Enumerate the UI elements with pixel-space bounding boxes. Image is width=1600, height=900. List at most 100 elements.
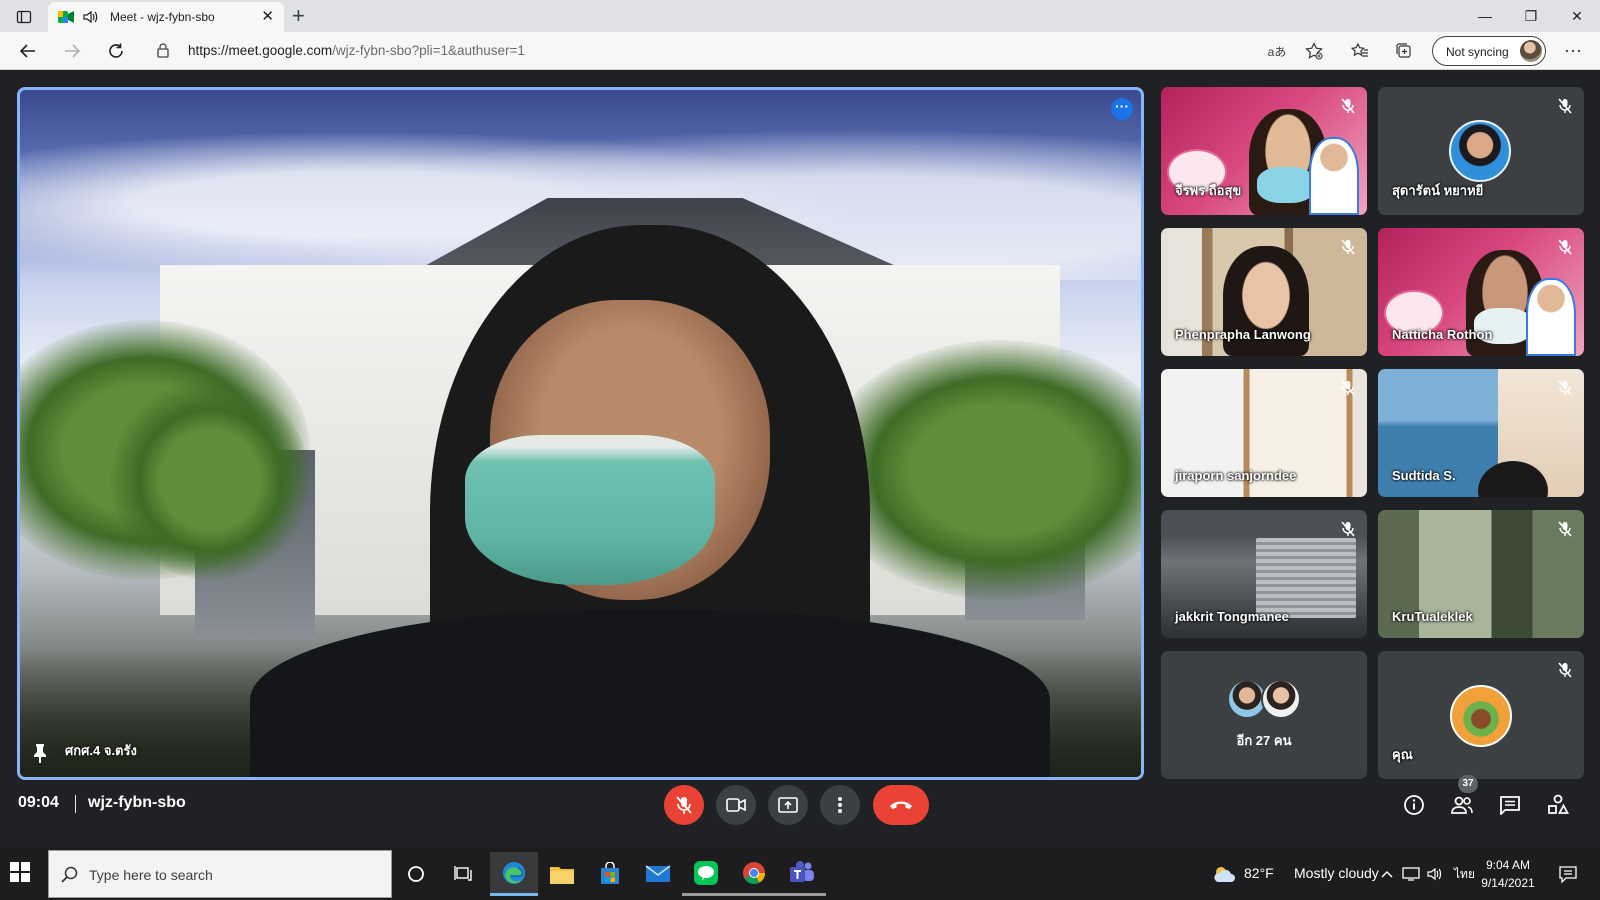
- chrome-icon[interactable]: [730, 852, 778, 896]
- system-clock[interactable]: 9:04 AM 9/14/2021: [1468, 856, 1548, 892]
- back-arrow-icon[interactable]: [14, 38, 42, 64]
- banner-portrait: [1526, 278, 1576, 356]
- participant-name: จีรพร ถือสุข: [1175, 183, 1242, 198]
- participant-tile[interactable]: Sudtida S.: [1378, 369, 1584, 497]
- mic-off-icon: [1339, 97, 1357, 115]
- cortana-icon[interactable]: [392, 852, 440, 896]
- hang-up-icon: [890, 801, 912, 809]
- minimize-button[interactable]: —: [1468, 5, 1502, 27]
- line-app-icon[interactable]: [682, 852, 730, 896]
- browser-toolbar: https://meet.google.com/wjz-fybn-sbo?pli…: [0, 32, 1600, 70]
- participant-name: Phenprapha Lanwong: [1175, 327, 1311, 342]
- system-date: 9/14/2021: [1481, 876, 1535, 890]
- tab-actions-icon[interactable]: [10, 6, 38, 28]
- participant-tile[interactable]: KruTualeklek: [1378, 510, 1584, 638]
- meeting-code[interactable]: wjz-fybn-sbo: [88, 794, 186, 812]
- participant-tile[interactable]: จีรพร ถือสุข: [1161, 87, 1367, 215]
- weather-cloud-icon[interactable]: [1212, 865, 1236, 883]
- sync-status-label: Not syncing: [1446, 45, 1509, 59]
- participant-name: สุดารัตน์ หยาหยี: [1392, 183, 1484, 198]
- chat-button[interactable]: [1495, 790, 1525, 820]
- participant-tile[interactable]: สุดารัตน์ หยาหยี: [1378, 87, 1584, 215]
- participant-tile[interactable]: Phenprapha Lanwong: [1161, 228, 1367, 356]
- restore-button[interactable]: ❐: [1514, 5, 1548, 27]
- windows-start-icon[interactable]: [10, 862, 34, 886]
- mic-off-icon: [1556, 238, 1574, 256]
- weather-condition: Mostly cloudy: [1294, 865, 1379, 881]
- self-name: คุณ: [1392, 747, 1413, 762]
- leave-call-button[interactable]: [873, 785, 929, 825]
- main-video-tile[interactable]: ศกศ.4 จ.ตรัง ···: [17, 87, 1144, 780]
- present-screen-icon: [778, 797, 798, 813]
- browser-tab-strip: Meet - wjz-fybn-sbo ✕ + — ❐ ✕: [0, 0, 1600, 32]
- favorites-icon[interactable]: [1349, 41, 1371, 61]
- people-icon: [1451, 796, 1473, 814]
- video-background-blinds: [1256, 538, 1356, 618]
- meeting-clock: 09:04: [18, 794, 59, 811]
- more-participants-label: อีก 27 คน: [1236, 733, 1292, 748]
- mail-icon[interactable]: [634, 852, 682, 896]
- more-menu-icon[interactable]: ⋯: [1562, 41, 1584, 61]
- participant-tile[interactable]: jakkrit Tongmanee: [1161, 510, 1367, 638]
- present-screen-button[interactable]: [768, 785, 808, 825]
- new-tab-button[interactable]: +: [292, 4, 305, 28]
- more-participants-tile[interactable]: อีก 27 คน: [1161, 651, 1367, 779]
- add-favorite-icon[interactable]: [1303, 41, 1325, 61]
- volume-icon[interactable]: [1426, 865, 1444, 883]
- participant-tile[interactable]: jiraporn sanjorndee: [1161, 369, 1367, 497]
- profile-avatar: [1520, 40, 1542, 62]
- people-button[interactable]: [1447, 790, 1477, 820]
- main-participant-name: ศกศ.4 จ.ตรัง: [65, 743, 137, 758]
- video-background-palm: [110, 380, 310, 580]
- microsoft-store-icon[interactable]: [586, 852, 634, 896]
- activities-button[interactable]: [1543, 790, 1573, 820]
- speaker-icon[interactable]: [82, 8, 100, 26]
- url-text[interactable]: https://meet.google.com/wjz-fybn-sbo?pli…: [188, 43, 525, 58]
- tab-title: Meet - wjz-fybn-sbo: [110, 10, 215, 24]
- pin-icon[interactable]: [32, 743, 48, 763]
- edge-browser-icon[interactable]: [490, 852, 538, 896]
- meeting-details-button[interactable]: [1399, 790, 1429, 820]
- forward-arrow-icon[interactable]: [58, 38, 86, 64]
- participant-name: jakkrit Tongmanee: [1175, 609, 1289, 624]
- task-view-icon[interactable]: [440, 852, 488, 896]
- read-aloud-icon[interactable]: aあ: [1266, 41, 1288, 61]
- chevron-up-icon[interactable]: [1378, 865, 1396, 883]
- participant-name: Natticha Rothon: [1392, 327, 1493, 342]
- participant-face-mask: [1257, 167, 1315, 203]
- profile-sync-button[interactable]: Not syncing: [1432, 36, 1546, 66]
- teams-icon[interactable]: [778, 852, 826, 896]
- mic-off-icon: [1339, 238, 1357, 256]
- mic-off-icon: [1556, 520, 1574, 538]
- close-window-button[interactable]: ✕: [1560, 5, 1594, 27]
- chat-icon: [1500, 796, 1520, 815]
- more-options-button[interactable]: [820, 785, 860, 825]
- microphone-toggle-button[interactable]: [664, 785, 704, 825]
- taskbar-search-box[interactable]: Type here to search: [48, 850, 392, 898]
- notifications-icon[interactable]: [1558, 865, 1578, 883]
- more-options-icon[interactable]: ···: [1111, 98, 1133, 120]
- camera-toggle-button[interactable]: [716, 785, 756, 825]
- system-time: 9:04 AM: [1485, 858, 1531, 872]
- info-icon: [1404, 795, 1424, 815]
- windows-taskbar: Type here to search 82°F Mostly cloudy ไ…: [0, 848, 1600, 900]
- participant-avatar: [1261, 679, 1301, 719]
- lock-icon[interactable]: [156, 43, 170, 58]
- close-tab-icon[interactable]: ✕: [261, 8, 274, 26]
- weather-temperature: 82°F: [1244, 865, 1274, 881]
- file-explorer-icon[interactable]: [538, 852, 586, 896]
- network-icon[interactable]: [1402, 865, 1420, 883]
- participant-face-mask: [465, 435, 715, 585]
- self-tile[interactable]: คุณ: [1378, 651, 1584, 779]
- self-avatar: [1450, 685, 1512, 747]
- browser-tab[interactable]: Meet - wjz-fybn-sbo ✕: [48, 2, 284, 32]
- address-bar[interactable]: https://meet.google.com/wjz-fybn-sbo?pli…: [148, 35, 1328, 65]
- mic-off-icon: [1339, 379, 1357, 397]
- url-host: https://meet.google.com: [188, 43, 333, 58]
- refresh-icon[interactable]: [102, 38, 130, 64]
- participant-tile[interactable]: Natticha Rothon: [1378, 228, 1584, 356]
- participant-name: jiraporn sanjorndee: [1175, 468, 1297, 483]
- divider: [75, 795, 76, 813]
- collections-icon[interactable]: [1393, 41, 1415, 61]
- meet-stage: ศกศ.4 จ.ตรัง ··· จีรพร ถือสุข สุดารัตน์ …: [0, 70, 1600, 848]
